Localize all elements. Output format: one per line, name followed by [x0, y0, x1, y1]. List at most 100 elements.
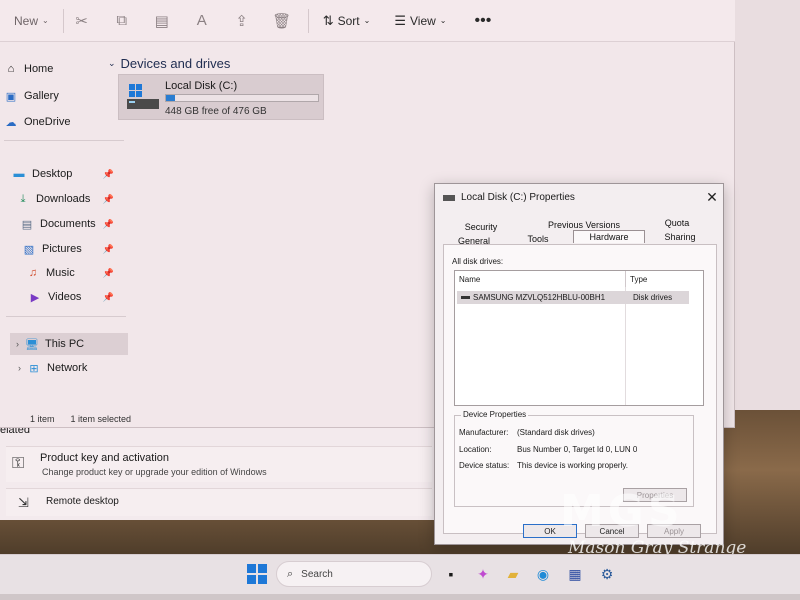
devices-section-header[interactable]: ⌄ Devices and drives [108, 56, 230, 71]
download-icon: ⤓ [20, 192, 26, 205]
selection-count: 1 item selected [70, 414, 132, 424]
nav-label: Videos [48, 291, 82, 303]
share-icon[interactable]: ⇪ [230, 9, 254, 33]
nav-item-videos[interactable]: ▶ Videos 📌 [0, 286, 128, 308]
nav-label: Music [46, 267, 75, 279]
drive-tile-c[interactable]: Local Disk (C:) 448 GB free of 476 GB [118, 74, 324, 120]
item-count: 1 item [30, 414, 55, 424]
tab-sharing[interactable]: Sharing [653, 230, 707, 243]
sort-label: Sort [337, 13, 360, 28]
nav-label: Documents [40, 218, 96, 230]
nav-item-this-pc[interactable]: › 🖥 This PC [10, 333, 128, 355]
view-button[interactable]: ☰ View ⌄ [386, 6, 454, 36]
pin-icon[interactable]: 📌 [103, 194, 114, 205]
sort-button[interactable]: ⇅ Sort ⌄ [315, 6, 379, 36]
location-value: Bus Number 0, Target Id 0, LUN 0 [517, 445, 638, 454]
divider [307, 8, 309, 33]
tab-hardware[interactable]: Hardware [573, 230, 645, 243]
copilot-icon[interactable]: ✦ [472, 563, 494, 585]
nav-label: Downloads [36, 193, 91, 205]
gallery-icon: ▣ [5, 90, 17, 103]
product-key-title: Product key and activation [40, 452, 170, 464]
nav-label: Desktop [32, 168, 73, 180]
column-header-name[interactable]: Name [455, 271, 626, 287]
delete-icon[interactable]: 🗑 [270, 9, 294, 33]
taskbar-search[interactable]: ⌕ Search [276, 561, 432, 587]
disk-list-label: All disk drives: [452, 257, 504, 266]
picture-icon: ▧ [23, 243, 35, 256]
nav-label: OneDrive [24, 116, 71, 128]
search-placeholder: Search [301, 568, 333, 580]
paste-icon[interactable]: ▤ [150, 9, 174, 33]
new-label: New [14, 13, 39, 28]
search-icon: ⌕ [287, 567, 294, 580]
file-explorer-icon[interactable]: ▰ [502, 563, 524, 585]
chevron-down-icon: ⌄ [42, 16, 49, 25]
remote-desktop-row[interactable]: ⇲ Remote desktop [6, 488, 432, 516]
divider [4, 140, 124, 141]
nav-item-network[interactable]: › ⊞ Network [12, 357, 128, 379]
tab-security[interactable]: Security [455, 220, 507, 233]
column-header-type[interactable]: Type [626, 271, 696, 287]
disk-drives-list[interactable]: Name Type SAMSUNG MZVLQ512HBLU-00BH1 Dis… [454, 270, 704, 406]
status-bar: 1 item 1 item selected [30, 414, 131, 424]
remote-desktop-icon: ⇲ [18, 495, 29, 510]
nav-label: Network [47, 362, 88, 374]
pin-icon[interactable]: 📌 [103, 244, 114, 255]
new-button[interactable]: New ⌄ [6, 6, 57, 36]
nav-item-onedrive[interactable]: ☁ OneDrive [0, 111, 128, 133]
group-title: Device Properties [461, 410, 529, 419]
view-label: View [410, 13, 436, 28]
video-icon: ▶ [30, 291, 40, 304]
disk-type: Disk drives [633, 293, 673, 302]
manufacturer-label: Manufacturer: [459, 428, 509, 437]
edge-icon[interactable]: ◉ [532, 563, 554, 585]
drive-name: Local Disk (C:) [165, 80, 238, 92]
chevron-down-icon: ⌄ [363, 16, 371, 25]
tab-quota[interactable]: Quota [655, 216, 699, 229]
pin-icon[interactable]: 📌 [103, 219, 114, 230]
cut-icon[interactable]: ✂ [70, 9, 94, 33]
document-icon: ▤ [21, 218, 33, 231]
disk-icon [461, 296, 470, 299]
task-view-icon[interactable]: ▪ [440, 563, 462, 585]
disk-name: SAMSUNG MZVLQ512HBLU-00BH1 [473, 293, 606, 302]
divider [62, 8, 64, 33]
table-row[interactable]: SAMSUNG MZVLQ512HBLU-00BH1 Disk drives [457, 291, 689, 304]
nav-label: Gallery [24, 90, 59, 102]
nav-item-gallery[interactable]: ▣ Gallery [0, 85, 128, 107]
remote-desktop-label: Remote desktop [46, 496, 119, 507]
navigation-pane: ⌂ Home ▣ Gallery ☁ OneDrive ▬ Desktop 📌 … [0, 50, 130, 410]
rename-icon[interactable]: A [190, 9, 214, 33]
drive-free-space: 448 GB free of 476 GB [165, 106, 267, 117]
monitor-bezel [0, 594, 800, 600]
manufacturer-value: (Standard disk drives) [517, 428, 595, 437]
pin-icon[interactable]: 📌 [103, 169, 114, 180]
nav-item-desktop[interactable]: ▬ Desktop 📌 [0, 163, 128, 185]
close-icon[interactable]: ✕ [703, 188, 721, 206]
dialog-title: Local Disk (C:) Properties [461, 192, 575, 203]
computer-icon: 🖥 [25, 338, 39, 351]
settings-gear-icon[interactable]: ⚙ [596, 563, 618, 585]
pin-icon[interactable]: 📌 [103, 268, 114, 279]
location-label: Location: [459, 445, 492, 454]
music-icon: ♫ [28, 267, 38, 279]
product-key-row[interactable]: ⚿ Product key and activation Change prod… [6, 446, 432, 482]
nav-item-documents[interactable]: ▤ Documents 📌 [0, 213, 128, 235]
watermark-letters: MGS [560, 486, 684, 537]
drive-usage-bar [165, 94, 319, 102]
nav-item-downloads[interactable]: ⤓ Downloads 📌 [0, 188, 128, 210]
nav-label: This PC [45, 338, 85, 350]
nav-item-pictures[interactable]: ▧ Pictures 📌 [0, 238, 128, 260]
column-divider [625, 287, 626, 405]
section-title: Devices and drives [120, 56, 231, 71]
pin-icon[interactable]: 📌 [103, 292, 114, 303]
settings-panel: elated ⚿ Product key and activation Chan… [0, 422, 437, 520]
nav-item-music[interactable]: ♫ Music 📌 [0, 262, 128, 284]
copy-icon[interactable]: ⧉ [110, 9, 134, 33]
windows-start-icon[interactable] [246, 563, 268, 585]
nav-label: Pictures [42, 243, 82, 255]
cloud-icon: ☁ [5, 116, 17, 129]
more-options-icon[interactable]: ••• [467, 6, 500, 36]
store-icon[interactable]: ▦ [564, 563, 586, 585]
